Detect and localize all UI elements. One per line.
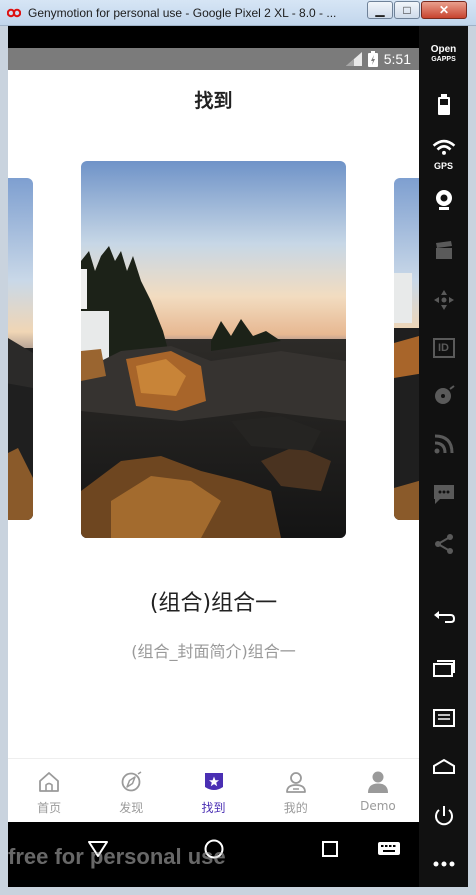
window-frame-left <box>0 26 8 895</box>
page-title: 找到 <box>194 90 233 112</box>
tab-label: Demo <box>360 799 396 813</box>
cover-card-current[interactable] <box>81 161 346 538</box>
power-tool-button[interactable] <box>419 796 468 836</box>
compass-icon <box>121 771 142 792</box>
wifi-icon <box>432 139 455 155</box>
window-frame-bottom <box>0 887 476 895</box>
menu-tool-button[interactable] <box>419 698 468 738</box>
battery-icon <box>367 51 378 67</box>
recents-icon[interactable] <box>317 836 343 862</box>
menu-icon <box>432 709 455 727</box>
opengapps-label-line2: GAPPS <box>431 56 456 63</box>
webcam-button[interactable] <box>419 180 468 220</box>
genymotion-logo-icon <box>7 8 21 18</box>
bottom-tab-bar: 首页 发现 找到 我的 Demo <box>8 758 419 823</box>
maximize-button[interactable]: □ <box>394 1 420 19</box>
landscape-image <box>8 178 33 520</box>
cover-card-previous[interactable] <box>8 178 33 520</box>
rss-icon <box>434 434 453 454</box>
tab-find[interactable]: 找到 <box>172 759 254 823</box>
battery-icon <box>437 94 450 115</box>
share-icon <box>434 534 453 554</box>
power-icon <box>434 806 453 826</box>
status-time: 5:51 <box>383 51 411 67</box>
landscape-image <box>81 161 346 538</box>
more-dots-icon <box>433 861 454 867</box>
tab-label: 首页 <box>37 801 62 815</box>
recent-apps-icon <box>432 660 455 677</box>
card-title: (组合)组合一 <box>149 591 278 616</box>
gps-button[interactable]: GPS <box>419 132 468 172</box>
gps-label: GPS <box>433 160 453 171</box>
device-screen: 5:51 找到 (组合)组合一 (组合_封面简介)组合一 首页 发现 找到 我的… <box>8 26 419 887</box>
screencast-button[interactable] <box>419 230 468 270</box>
device-id-button[interactable]: ID <box>419 328 468 368</box>
cover-card-next[interactable] <box>394 178 419 520</box>
sms-button[interactable] <box>419 474 468 514</box>
webcam-icon <box>435 190 452 210</box>
home-tool-button[interactable] <box>419 746 468 786</box>
battery-button[interactable] <box>419 84 468 124</box>
opengapps-label-line1: Open <box>430 44 457 55</box>
signal-icon <box>345 52 362 66</box>
share-button[interactable] <box>419 524 468 564</box>
window-titlebar: Genymotion for personal use - Google Pix… <box>0 0 476 26</box>
tab-label: 我的 <box>283 801 308 815</box>
back-tool-button[interactable] <box>419 598 468 638</box>
tab-home[interactable]: 首页 <box>8 759 90 823</box>
card-description: (组合_封面简介)组合一 <box>131 642 296 661</box>
app-content: 找到 (组合)组合一 (组合_封面简介)组合一 首页 发现 找到 我的 Demo <box>8 70 419 823</box>
back-arrow-icon <box>433 611 455 623</box>
clapperboard-icon <box>435 241 452 259</box>
watermark-text: free for personal use <box>8 844 226 869</box>
tab-demo[interactable]: Demo <box>337 759 419 823</box>
status-icons: 5:51 <box>345 51 411 67</box>
tab-mine[interactable]: 我的 <box>255 759 337 823</box>
home-icon <box>39 772 59 792</box>
window-title: Genymotion for personal use - Google Pix… <box>28 6 337 20</box>
disk-icon <box>434 385 455 404</box>
person-outline-icon <box>285 772 306 793</box>
keyboard-icon[interactable] <box>376 836 402 862</box>
more-tool-button[interactable] <box>419 844 468 884</box>
status-bar: 5:51 <box>8 48 419 70</box>
network-button[interactable] <box>419 424 468 464</box>
home-outline-icon <box>432 758 455 774</box>
id-icon: ID <box>432 338 455 358</box>
person-filled-icon <box>367 771 388 793</box>
tab-discover[interactable]: 发现 <box>90 759 172 823</box>
opengapps-button[interactable]: Open GAPPS <box>419 34 468 74</box>
id-label: ID <box>438 342 449 354</box>
landscape-image <box>394 178 419 520</box>
close-button[interactable]: ✕ <box>421 1 467 19</box>
star-badge-icon <box>204 773 223 790</box>
move-arrows-icon <box>433 290 454 310</box>
minimize-button[interactable]: ▁ <box>367 1 393 19</box>
dpad-button[interactable] <box>419 280 468 320</box>
tab-label: 找到 <box>201 801 226 815</box>
disk-io-button[interactable] <box>419 376 468 416</box>
tab-label: 发现 <box>119 801 144 815</box>
genymotion-toolbar: Open GAPPS GPS ID <box>419 26 468 887</box>
recent-apps-tool-button[interactable] <box>419 648 468 688</box>
message-icon <box>433 485 454 504</box>
